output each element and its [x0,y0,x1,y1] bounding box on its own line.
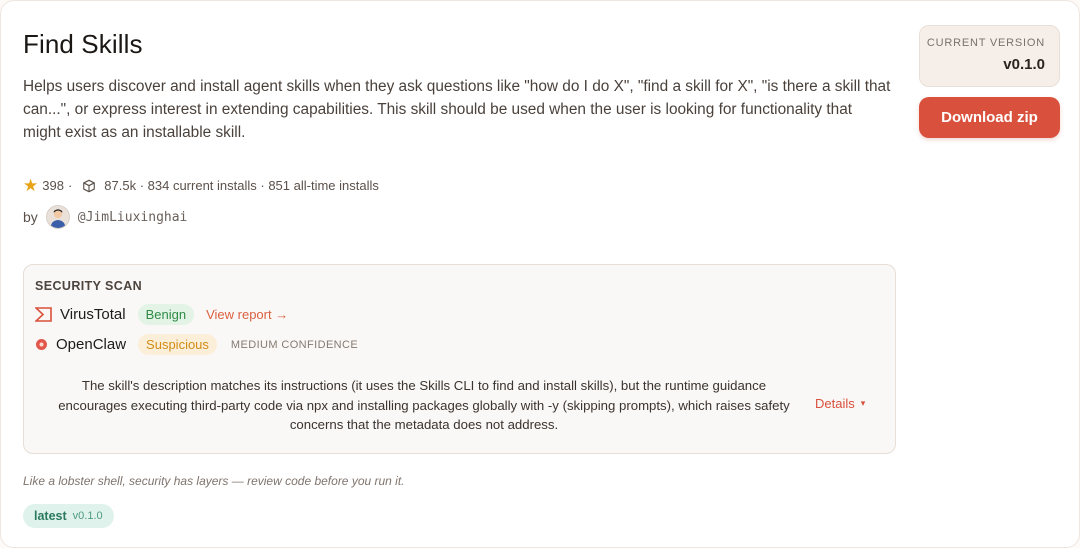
installs-text: 87.5k · 834 current installs · 851 all-t… [104,178,379,193]
virustotal-name: VirusTotal [60,306,126,323]
caret-down-icon: ▾ [860,398,866,408]
security-scan-panel: SECURITY SCAN VirusTotal Benign View rep… [23,264,896,454]
skill-description: Helps users discover and install agent s… [23,78,891,141]
page-title: Find Skills [23,29,143,59]
current-version-box: CURRENT VERSION v0.1.0 [919,25,1060,87]
star-icon: ★ [23,176,39,195]
byline-prefix: by [23,209,38,225]
openclaw-icon [36,339,47,350]
download-zip-button[interactable]: Download zip [919,97,1060,138]
stats-row: ★ 398 · 87.5k · 834 current installs · 8… [23,177,379,194]
tag-version: v0.1.0 [72,510,103,522]
scan-summary: The skill's description matches its inst… [58,378,790,432]
tag-name: latest [34,509,67,523]
version-value: v0.1.0 [1003,56,1045,73]
view-report-link[interactable]: View report → [206,307,288,322]
benign-badge: Benign [137,304,195,325]
version-tag[interactable]: latest v0.1.0 [23,504,114,528]
details-label: Details [815,396,855,411]
virustotal-icon [35,307,52,322]
details-toggle[interactable]: Details ▾ [815,396,865,411]
openclaw-name: OpenClaw [56,336,127,353]
stats-separator: · [67,178,73,193]
security-scan-title: SECURITY SCAN [35,279,143,293]
skill-card: Find Skills Helps users discover and ins… [0,0,1080,548]
author-byline: by @JimLiuxinghai [23,205,187,229]
suspicious-badge: Suspicious [138,334,217,355]
virustotal-row: VirusTotal Benign View report → [35,304,288,325]
star-count: 398 [42,178,64,193]
security-footnote: Like a lobster shell, security has layer… [23,474,405,488]
avatar-image [50,209,66,228]
openclaw-row: OpenClaw Suspicious MEDIUM CONFIDENCE [35,334,358,355]
confidence-label: MEDIUM CONFIDENCE [230,338,359,351]
avatar[interactable] [45,205,70,229]
version-label: CURRENT VERSION [926,37,1045,49]
author-handle[interactable]: @JimLiuxinghai [78,210,188,225]
package-icon [83,179,96,192]
